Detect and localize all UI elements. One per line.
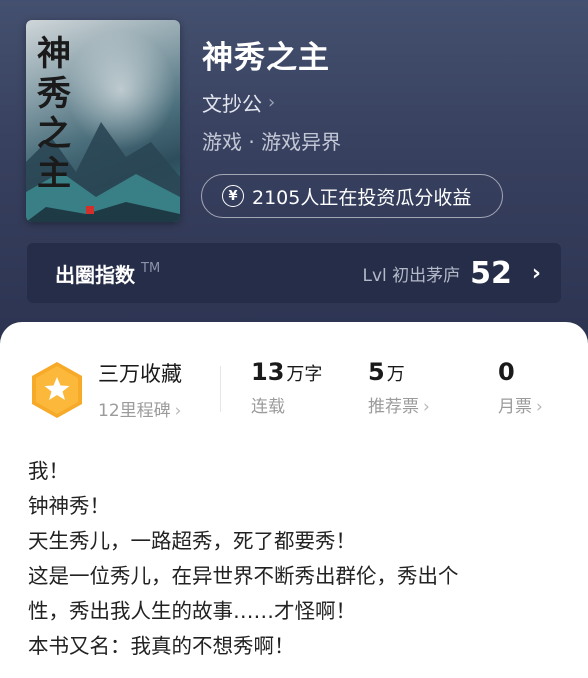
invest-button[interactable]: ¥ 2105人正在投资瓜分收益 <box>201 174 503 218</box>
publisher-badge <box>86 204 94 216</box>
description-line: 天生秀儿，一路超秀，死了都要秀！ <box>28 529 356 553</box>
popularity-index-bar[interactable]: 出圈指数 TM Lvl 初出茅庐 52 › <box>27 243 561 303</box>
description-line: 我！ <box>28 459 69 483</box>
monthly-ticket-stat[interactable]: 0 月票 › <box>498 358 543 417</box>
description-line: 钟神秀！ <box>28 494 110 518</box>
recommend-label: 推荐票 <box>368 397 419 417</box>
info-card: 三万收藏 12里程碑 › 13 万字 连载 5万 推荐票 › 0 月票 › 我！ 钟神秀… <box>0 322 588 678</box>
chevron-right-icon: › <box>268 92 276 113</box>
chevron-right-icon: › <box>423 397 430 417</box>
recommend-stat[interactable]: 5万 推荐票 › <box>368 358 430 417</box>
publisher-logo-icon <box>86 206 94 214</box>
chevron-right-icon: › <box>531 260 541 286</box>
invest-text: 2105人正在投资瓜分收益 <box>252 186 472 209</box>
serial-status: 连载 <box>251 397 285 417</box>
index-score: 52 <box>470 255 512 291</box>
word-count-number: 13 <box>251 358 285 386</box>
monthly-number: 0 <box>498 358 515 386</box>
stats-divider <box>220 366 221 412</box>
word-count-stat: 13 万字 连载 <box>251 358 322 417</box>
index-level: Lvl 初出茅庐 <box>362 265 461 286</box>
recommend-number: 5 <box>368 358 385 386</box>
book-title: 神秀之主 <box>202 40 330 76</box>
favorites-stat[interactable]: 三万收藏 12里程碑 › <box>98 358 182 421</box>
star-badge-icon <box>32 362 82 418</box>
milestone-label: 12里程碑 <box>98 401 171 421</box>
description-line: 本书又名：我真的不想秀啊！ <box>28 634 295 658</box>
trademark-mark: TM <box>141 261 161 276</box>
book-description: 我！ 钟神秀！ 天生秀儿，一路超秀，死了都要秀！ 这是一位秀儿，在异世界不断秀出… <box>28 454 568 664</box>
genre-label: 游戏 · 游戏异界 <box>202 130 342 154</box>
cover-title: 神秀之主 <box>37 34 71 194</box>
index-label: 出圈指数 <box>55 262 135 287</box>
favorites-count: 三万收藏 <box>98 362 182 386</box>
author-link[interactable]: 文抄公 › <box>202 88 275 117</box>
stats-row: 三万收藏 12里程碑 › 13 万字 连载 5万 推荐票 › 0 月票 › <box>0 322 588 442</box>
chevron-right-icon: › <box>536 397 543 417</box>
word-count-unit: 万字 <box>286 364 323 385</box>
yen-coin-icon: ¥ <box>222 185 244 207</box>
description-line: 性，秀出我人生的故事……才怪啊！ <box>28 599 356 623</box>
author-name: 文抄公 <box>202 92 262 116</box>
description-line: 这是一位秀儿，在异世界不断秀出群伦，秀出个 <box>28 564 459 588</box>
monthly-label: 月票 <box>498 397 532 417</box>
book-cover[interactable]: 神秀之主 <box>26 20 180 222</box>
chevron-right-icon: › <box>174 401 182 421</box>
recommend-unit: 万 <box>386 364 405 385</box>
